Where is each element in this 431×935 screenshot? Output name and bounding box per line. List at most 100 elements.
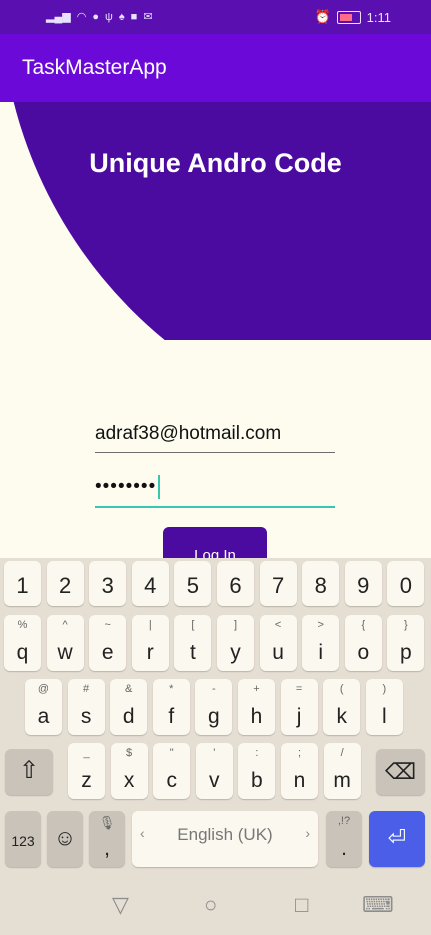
key-x[interactable]: $ x xyxy=(110,743,148,799)
shift-key[interactable]: ⇧ xyxy=(5,749,53,795)
email-field[interactable]: adraf38@hotmail.com xyxy=(95,420,335,453)
key-label: z xyxy=(81,769,92,792)
key-a[interactable]: @ a xyxy=(25,679,62,735)
keyboard-nav-icon[interactable]: ⌨ xyxy=(362,892,394,918)
key-label: n xyxy=(293,769,306,792)
key-f[interactable]: * f xyxy=(152,679,190,735)
key-hint: { xyxy=(361,619,366,631)
alarm-icon: ⏰ xyxy=(314,9,331,24)
key-label: 4 xyxy=(144,573,157,598)
key-q[interactable]: % q xyxy=(4,615,41,671)
header-curve xyxy=(0,102,431,340)
key-label: e xyxy=(101,641,114,664)
key-w[interactable]: ^ w xyxy=(46,615,84,671)
key-9[interactable]: 9 xyxy=(344,561,382,606)
key-hint: < xyxy=(274,619,282,631)
text-cursor xyxy=(158,474,161,499)
key-0[interactable]: 0 xyxy=(387,561,425,606)
key-j[interactable]: = j xyxy=(280,679,318,735)
key-hint: } xyxy=(404,619,408,631)
key-label: c xyxy=(166,769,177,792)
wifi-icon: ◠ xyxy=(76,11,87,23)
key-label: i xyxy=(318,641,324,664)
key-label: q xyxy=(16,641,29,664)
key-label: g xyxy=(208,705,220,728)
key-label: h xyxy=(250,705,263,728)
key-r[interactable]: | r xyxy=(131,615,169,671)
key-t[interactable]: [t xyxy=(174,615,212,671)
key-hint: # xyxy=(83,683,90,695)
key-5[interactable]: 5 xyxy=(174,561,212,606)
status-icons-left: ▂▄▆ ◠ ● ψ ♠ ■ ✉ xyxy=(46,10,153,24)
key-o[interactable]: {o xyxy=(344,615,382,671)
key-7[interactable]: 7 xyxy=(259,561,297,606)
header-banner: Unique Andro Code xyxy=(0,102,431,340)
password-field[interactable]: •••••••• xyxy=(95,472,335,508)
status-icons-right: ⏰ 1:11 xyxy=(314,9,391,25)
key-hint: $ xyxy=(126,747,133,759)
key-label: l xyxy=(381,705,387,728)
period-key[interactable]: ,!? . xyxy=(326,811,362,867)
status-time: 1:11 xyxy=(366,9,391,25)
key-label: 9 xyxy=(357,573,370,598)
back-nav-icon[interactable]: ▽ xyxy=(112,892,129,918)
key-s[interactable]: # s xyxy=(67,679,105,735)
key-hint: @ xyxy=(37,683,50,695)
backspace-key[interactable]: ⌫ xyxy=(376,749,425,795)
key-6[interactable]: 6 xyxy=(217,561,254,606)
key-hint: ) xyxy=(382,683,387,695)
key-hint: ; xyxy=(297,747,302,759)
key-label: k xyxy=(336,705,347,728)
symbols-key[interactable]: 123 xyxy=(5,811,41,867)
key-d[interactable]: & d xyxy=(110,679,148,735)
key-g[interactable]: -g xyxy=(195,679,233,735)
key-v[interactable]: ' v xyxy=(195,743,233,799)
key-c[interactable]: " c xyxy=(153,743,191,799)
key-e[interactable]: ~ e xyxy=(89,615,127,671)
app-title: TaskMasterApp xyxy=(22,56,167,79)
home-nav-icon[interactable]: ○ xyxy=(204,892,217,918)
key-b[interactable]: :b xyxy=(238,743,276,799)
recents-nav-icon[interactable]: □ xyxy=(295,892,308,918)
key-label: f xyxy=(168,705,175,728)
key-label: w xyxy=(57,641,73,664)
enter-key[interactable]: ⏎ xyxy=(369,811,425,867)
key-y[interactable]: ] y xyxy=(217,615,254,671)
key-label: r xyxy=(146,641,154,664)
key-label: y xyxy=(230,641,241,664)
space-key[interactable]: ‹ English (UK) › xyxy=(132,811,318,867)
key-3[interactable]: 3 xyxy=(89,561,127,606)
key-label: 3 xyxy=(101,573,114,598)
key-label: u xyxy=(272,641,284,664)
mail-icon: ✉ xyxy=(143,11,153,23)
key-label: 0 xyxy=(399,573,413,598)
comma-key[interactable]: 🎙 , xyxy=(89,811,125,867)
key-hint: ] xyxy=(233,619,238,631)
key-l[interactable]: ) l xyxy=(365,679,403,735)
key-hint: % xyxy=(17,619,28,631)
key-hint: | xyxy=(148,619,152,631)
key-m[interactable]: / m xyxy=(323,743,361,799)
key-label: 1 xyxy=(16,573,29,598)
key-2[interactable]: 2 xyxy=(46,561,84,606)
key-k[interactable]: (k xyxy=(323,679,361,735)
key-label: 8 xyxy=(314,573,327,598)
key-hint: _ xyxy=(83,747,90,759)
key-1[interactable]: 1 xyxy=(4,561,41,606)
key-h[interactable]: + h xyxy=(238,679,275,735)
key-8[interactable]: 8 xyxy=(302,561,340,606)
usb-icon: ψ xyxy=(104,10,113,23)
key-label: p xyxy=(400,641,412,664)
key-hint: * xyxy=(169,683,174,695)
key-p[interactable]: } p xyxy=(387,615,425,671)
key-z[interactable]: _ z xyxy=(68,743,105,799)
key-4[interactable]: 4 xyxy=(131,561,169,606)
screen: ▂▄▆ ◠ ● ψ ♠ ■ ✉ ⏰ 1:11 TaskMasterApp Uni… xyxy=(0,0,431,935)
emoji-key[interactable]: ☺ xyxy=(47,811,83,867)
key-i[interactable]: > i xyxy=(302,615,340,671)
battery-icon xyxy=(336,10,361,24)
key-label: b xyxy=(251,769,263,792)
key-n[interactable]: ; n xyxy=(281,743,318,799)
key-label: 6 xyxy=(229,573,242,598)
key-u[interactable]: < u xyxy=(259,615,297,671)
